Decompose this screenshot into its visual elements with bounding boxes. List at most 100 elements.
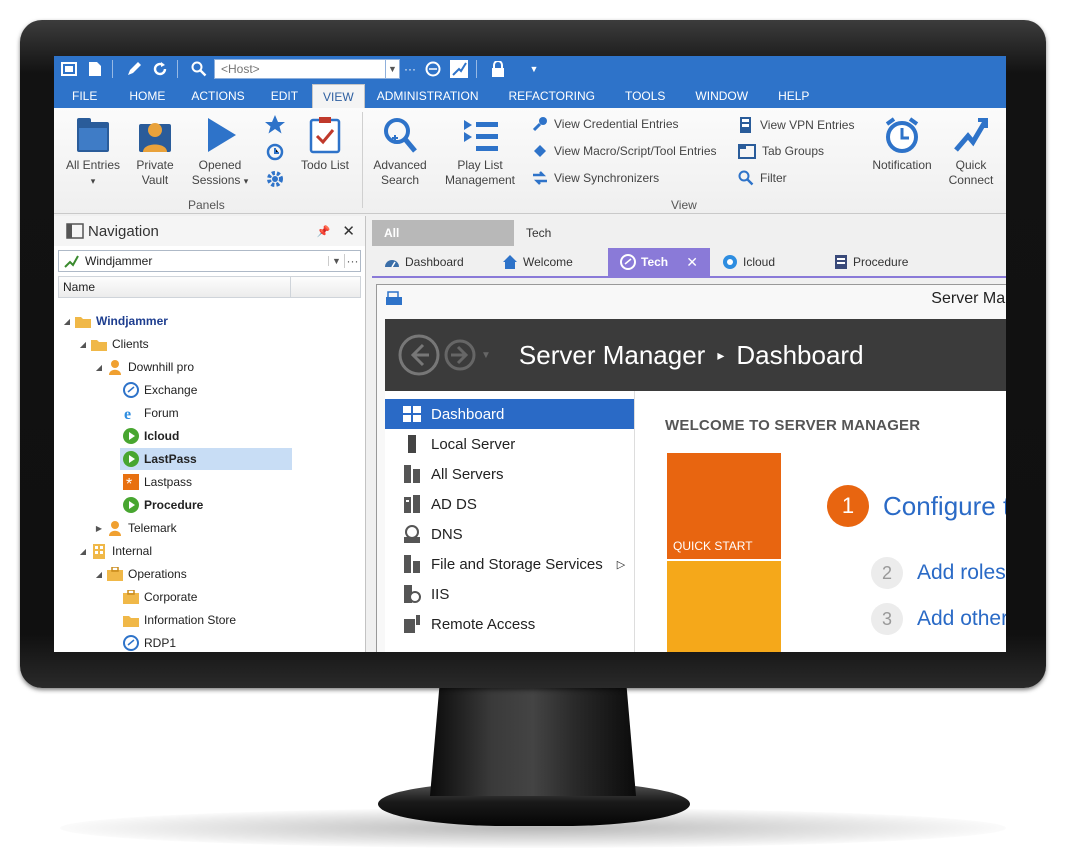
tree-node-corporate[interactable]: Corporate [120, 586, 197, 608]
view-macro-entries-button[interactable]: View Macro/Script/Tool Entries [532, 143, 717, 159]
close-tab-icon[interactable]: ✕ [686, 254, 698, 271]
sidebar-item-all-servers[interactable]: All Servers [385, 459, 634, 489]
tab-administration[interactable]: ADMINISTRATION [365, 84, 499, 108]
sidebar-item-dns[interactable]: DNS [385, 519, 634, 549]
tree-node-forum[interactable]: e Forum [120, 402, 179, 424]
tree-node-operations[interactable]: ◢ Operations [94, 563, 187, 585]
tree-node-internal[interactable]: ◢ Internal [78, 540, 152, 562]
group-tab-all[interactable]: All [372, 220, 514, 246]
advanced-search-button[interactable]: Advanced Search [368, 116, 432, 188]
sidebar-item-label: AD DS [431, 495, 477, 513]
gear-icon[interactable] [264, 168, 286, 190]
todo-list-button[interactable]: Todo List [294, 116, 356, 173]
tab-file[interactable]: FILE [54, 84, 119, 108]
host-dropdown-icon[interactable]: ▼ [386, 59, 400, 79]
step-add-other[interactable]: 3 Add other [871, 603, 1006, 635]
back-icon[interactable] [397, 333, 441, 377]
sidebar-item-label: All Servers [431, 465, 504, 483]
tree-node-rdp1[interactable]: RDP1 [120, 632, 176, 652]
doc-tab-welcome[interactable]: Welcome [490, 248, 608, 276]
tree-node-icloud[interactable]: Icloud [120, 425, 179, 447]
doc-tab-tech[interactable]: Tech ✕ [608, 248, 710, 276]
sidebar-item-local-server[interactable]: Local Server [385, 429, 634, 459]
doc-tab-procedure[interactable]: Procedure [822, 248, 942, 276]
tree-node-procedure[interactable]: Procedure [120, 494, 203, 516]
quick-connect-icon[interactable] [448, 58, 470, 80]
tab-groups-button[interactable]: Tab Groups [738, 143, 824, 159]
host-input[interactable] [214, 59, 386, 79]
customize-toolbar-icon[interactable]: ▼ [523, 58, 545, 80]
tab-tools[interactable]: TOOLS [615, 84, 685, 108]
quick-start-tile[interactable]: QUICK START [667, 453, 781, 559]
rdp-connect-icon[interactable] [422, 58, 444, 80]
tree-node-telemark[interactable]: ▶ Telemark [94, 517, 177, 539]
submenu-arrow-icon[interactable]: ▷ [617, 558, 625, 571]
datasource-select[interactable]: Windjammer ▼ ··· [58, 250, 361, 272]
column-name-header[interactable]: Name [59, 277, 291, 297]
server-manager-breadcrumb: Server Manager ▸ Dashboard [519, 340, 864, 371]
sidebar-item-iis[interactable]: IIS [385, 579, 634, 609]
sidebar-item-remote-access[interactable]: Remote Access [385, 609, 634, 639]
tree-node-windjammer[interactable]: ◢ Windjammer [62, 310, 168, 332]
star-icon[interactable] [264, 114, 286, 136]
whats-new-tile[interactable] [667, 561, 781, 652]
collapse-icon[interactable]: ◢ [78, 340, 88, 349]
step-add-roles[interactable]: 2 Add roles [871, 557, 1006, 589]
collapse-icon[interactable]: ◢ [94, 363, 104, 372]
quick-connect-button[interactable]: Quick Connect [940, 116, 1002, 188]
view-vpn-entries-button[interactable]: View VPN Entries [738, 116, 854, 134]
collapse-icon[interactable]: ◢ [94, 570, 104, 579]
tree-node-lastpass[interactable]: * Lastpass [120, 471, 192, 493]
tree-node-information-store[interactable]: Information Store [120, 609, 236, 631]
sidebar-item-dashboard[interactable]: Dashboard [385, 399, 634, 429]
window-icon[interactable] [58, 58, 80, 80]
step-configure[interactable]: 1 Configure t [827, 485, 1006, 527]
expand-icon[interactable]: ▶ [94, 524, 104, 533]
more-options-icon[interactable]: ··· [402, 58, 418, 80]
sidebar-item-ad-ds[interactable]: AD DS [385, 489, 634, 519]
datasource-dropdown-icon[interactable]: ▼ [328, 256, 344, 266]
tree-node-exchange[interactable]: Exchange [120, 379, 197, 401]
close-icon[interactable]: ✕ [342, 222, 355, 240]
new-document-icon[interactable] [84, 58, 106, 80]
building-icon [90, 543, 108, 559]
view-credential-entries-button[interactable]: View Credential Entries [532, 116, 679, 132]
tab-view[interactable]: VIEW [312, 84, 365, 108]
history-dropdown-icon[interactable]: ▼ [481, 350, 491, 361]
tab-window[interactable]: WINDOW [685, 84, 768, 108]
remote-access-icon [404, 615, 420, 633]
private-vault-button[interactable]: Private Vault [126, 116, 184, 188]
user-icon [106, 359, 124, 375]
play-list-management-button[interactable]: Play List Management [440, 116, 520, 188]
datasource-more-icon[interactable]: ··· [344, 254, 360, 268]
refresh-icon[interactable] [149, 58, 171, 80]
tab-actions[interactable]: ACTIONS [181, 84, 260, 108]
tree-node-lastpass-selected[interactable]: LastPass [120, 448, 292, 470]
tree-node-downhill-pro[interactable]: ◢ Downhill pro [94, 356, 194, 378]
collapse-icon[interactable]: ◢ [62, 317, 72, 326]
tab-refactoring[interactable]: REFACTORING [498, 84, 614, 108]
tab-home[interactable]: HOME [119, 84, 181, 108]
pin-icon[interactable]: 📌 [317, 225, 331, 238]
tab-help[interactable]: HELP [768, 84, 819, 108]
datasource-icon [64, 255, 79, 268]
sidebar-item-file-storage[interactable]: File and Storage Services ▷ [385, 549, 634, 579]
search-icon[interactable] [188, 58, 210, 80]
tree-node-clients[interactable]: ◢ Clients [78, 333, 149, 355]
tab-edit[interactable]: EDIT [261, 84, 312, 108]
home-icon [503, 255, 517, 269]
doc-tab-dashboard[interactable]: Dashboard [372, 248, 490, 276]
doc-tab-icloud[interactable]: Icloud [710, 248, 822, 276]
forward-icon[interactable] [443, 338, 477, 372]
view-synchronizers-button[interactable]: View Synchronizers [532, 170, 659, 186]
opened-sessions-button[interactable]: Opened Sessions ▾ [188, 116, 252, 189]
breadcrumb-root[interactable]: Server Manager [519, 340, 705, 370]
history-icon[interactable] [264, 141, 286, 163]
notification-button[interactable]: Notification [866, 116, 938, 173]
filter-button[interactable]: Filter [738, 170, 787, 186]
group-tab-tech[interactable]: Tech [514, 220, 563, 246]
lock-icon[interactable] [487, 58, 509, 80]
edit-pencil-icon[interactable] [123, 58, 145, 80]
all-entries-button[interactable]: All Entries ▾ [62, 116, 124, 189]
collapse-icon[interactable]: ◢ [78, 547, 88, 556]
